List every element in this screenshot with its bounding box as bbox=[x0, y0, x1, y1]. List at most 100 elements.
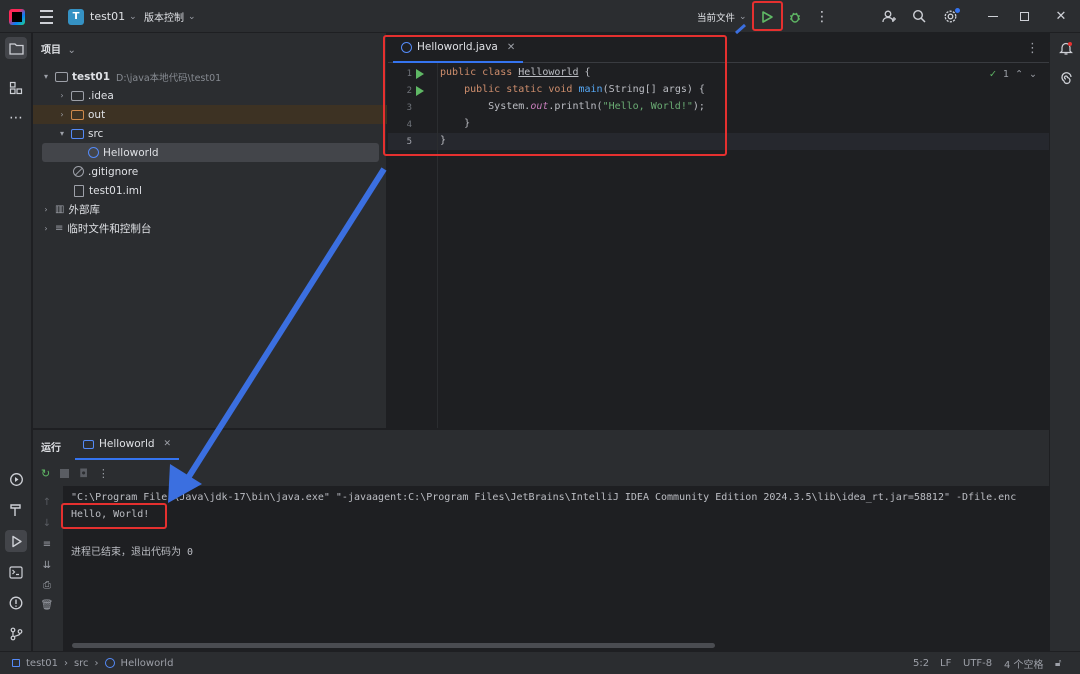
notification-dot bbox=[955, 7, 960, 13]
root-label: test01 bbox=[72, 70, 111, 83]
run-panel-title: 运行 bbox=[41, 443, 61, 454]
camera-icon[interactable]: ◘ bbox=[79, 467, 88, 480]
scroll-to-end-icon[interactable]: ⇊ bbox=[40, 558, 54, 572]
line-number: 2 bbox=[406, 86, 412, 96]
run-toolbar: ↻ ◘ ⋮ bbox=[41, 467, 109, 480]
tree-item-src[interactable]: ▾ src bbox=[33, 124, 387, 143]
gutter-run-icon[interactable] bbox=[416, 69, 424, 79]
tree-item-root[interactable]: ▾ test01 D:\java本地代码\test01 bbox=[33, 67, 387, 86]
gutter-run-icon[interactable] bbox=[416, 86, 424, 96]
services-icon bbox=[9, 472, 23, 486]
tree-item-gitignore[interactable]: .gitignore bbox=[33, 162, 387, 181]
code-line-2[interactable]: public static void main(String[] args) { bbox=[440, 84, 705, 95]
ai-assistant-button[interactable] bbox=[1055, 68, 1077, 90]
scratches-icon: ≡ bbox=[55, 223, 64, 234]
console-line-output: Hello, World! bbox=[71, 509, 150, 520]
stop-icon[interactable] bbox=[60, 469, 70, 478]
chevron-down-icon: ⌄ bbox=[188, 11, 196, 22]
code-with-me-button[interactable] bbox=[878, 0, 900, 33]
editor: Helloworld.java ✕ ⋮ 1 2 3 4 5 public cla… bbox=[388, 33, 1049, 428]
project-switcher[interactable]: T test01 ⌄ bbox=[68, 0, 137, 33]
check-icon: ✓ bbox=[989, 69, 998, 80]
app-logo[interactable] bbox=[9, 0, 25, 33]
tab-label: Helloworld.java bbox=[417, 41, 498, 53]
code-line-3[interactable]: System.out.println("Hello, World!"); bbox=[440, 101, 705, 112]
minimize-icon bbox=[982, 6, 1004, 28]
chevron-right-icon: › bbox=[63, 657, 68, 669]
horizontal-scrollbar[interactable] bbox=[72, 643, 715, 648]
vcs-menu[interactable]: 版本控制 ⌄ bbox=[144, 0, 196, 33]
build-tool-button[interactable] bbox=[5, 499, 27, 521]
code-keyword: public static void bbox=[440, 84, 579, 95]
search-button[interactable] bbox=[908, 0, 930, 33]
code-line-1[interactable]: public class Helloworld { bbox=[440, 67, 591, 78]
run-button[interactable] bbox=[756, 0, 778, 33]
more-actions-button[interactable]: ⋮ bbox=[811, 0, 833, 33]
run-tab-helloworld[interactable]: Helloworld ✕ bbox=[75, 430, 180, 460]
tab-helloworld-java[interactable]: Helloworld.java ✕ bbox=[393, 33, 524, 63]
minimize-button[interactable] bbox=[982, 0, 1004, 33]
caret-position[interactable]: 5:2 bbox=[913, 658, 929, 669]
project-panel: 项目 ⌄ ▾ test01 D:\java本地代码\test01 › .idea… bbox=[33, 33, 387, 428]
settings-button[interactable] bbox=[939, 0, 961, 33]
more-vertical-icon: ⋮ bbox=[815, 8, 829, 25]
code-line-5[interactable]: } bbox=[440, 135, 446, 146]
tree-item-iml[interactable]: test01.iml bbox=[33, 181, 387, 200]
breadcrumb-item[interactable]: Helloworld bbox=[121, 658, 174, 669]
console-output[interactable]: "C:\Program Files\Java\jdk-17\bin\java.e… bbox=[63, 486, 1049, 652]
notifications-button[interactable] bbox=[1055, 37, 1077, 59]
arrow-up-icon[interactable]: ↑ bbox=[40, 495, 54, 509]
tree-item-label: 临时文件和控制台 bbox=[67, 223, 152, 235]
run-config-selector[interactable]: 当前文件 ⌄ bbox=[697, 0, 747, 33]
hammer-icon bbox=[10, 504, 21, 516]
bug-icon bbox=[784, 6, 806, 28]
chevron-right-icon: › bbox=[94, 657, 99, 669]
code-line-4[interactable]: } bbox=[440, 118, 470, 129]
tab-options-button[interactable]: ⋮ bbox=[1026, 41, 1039, 56]
tree-item-scratches[interactable]: › ≡ 临时文件和控制台 bbox=[33, 219, 387, 238]
folder-icon bbox=[71, 90, 84, 101]
terminal-tool-button[interactable] bbox=[5, 561, 27, 583]
arrow-down-icon[interactable]: ↓ bbox=[40, 516, 54, 530]
tree-item-external-libs[interactable]: › ▥ 外部库 bbox=[33, 200, 387, 219]
tree-item-helloworld[interactable]: Helloworld bbox=[42, 143, 379, 162]
services-tool-button[interactable] bbox=[5, 468, 27, 490]
current-line-highlight bbox=[388, 133, 1049, 150]
indent-setting[interactable]: 4 个空格 bbox=[1004, 656, 1044, 671]
intellij-logo-icon bbox=[9, 8, 25, 25]
lock-icon[interactable]: 🔓︎ bbox=[1055, 658, 1061, 669]
breadcrumb-item[interactable]: src bbox=[74, 658, 89, 669]
main-menu-button[interactable] bbox=[40, 0, 53, 33]
more-tools-button[interactable]: ⋯ bbox=[5, 107, 27, 129]
file-encoding[interactable]: UTF-8 bbox=[963, 658, 992, 669]
close-window-button[interactable]: ✕ bbox=[1050, 0, 1072, 33]
soft-wrap-icon[interactable]: ≡ bbox=[40, 537, 54, 551]
maximize-icon bbox=[1013, 6, 1035, 28]
debug-button[interactable] bbox=[784, 0, 806, 33]
tree-item-label: 外部库 bbox=[68, 204, 100, 216]
line-separator[interactable]: LF bbox=[940, 658, 951, 669]
iml-file-icon bbox=[74, 184, 84, 197]
trash-icon[interactable]: 🗑 bbox=[40, 598, 54, 612]
module-folder-icon bbox=[55, 71, 68, 82]
breadcrumb-item[interactable]: test01 bbox=[26, 658, 58, 669]
folder-icon bbox=[8, 42, 24, 55]
inspections-widget[interactable]: ✓ 1 ⌃ ⌄ bbox=[989, 69, 1037, 80]
chevron-down-icon: ⌄ bbox=[739, 11, 747, 22]
maximize-button[interactable] bbox=[1013, 0, 1035, 33]
print-icon[interactable]: ⎙ bbox=[40, 578, 54, 592]
structure-tool-button[interactable] bbox=[5, 77, 27, 99]
project-panel-header[interactable]: 项目 ⌄ bbox=[41, 41, 76, 56]
git-tool-button[interactable] bbox=[5, 623, 27, 645]
rerun-icon[interactable]: ↻ bbox=[41, 467, 50, 480]
problems-tool-button[interactable] bbox=[5, 592, 27, 614]
code-method-name: main bbox=[578, 84, 603, 95]
close-tab-icon[interactable]: ✕ bbox=[164, 439, 172, 449]
run-tool-button[interactable] bbox=[5, 530, 27, 552]
tree-item-idea[interactable]: › .idea bbox=[33, 86, 387, 105]
project-tool-button[interactable] bbox=[5, 37, 27, 59]
run-config-label: 当前文件 bbox=[697, 12, 736, 24]
close-tab-icon[interactable]: ✕ bbox=[507, 42, 515, 53]
tree-item-out[interactable]: › out bbox=[33, 105, 387, 124]
more-vertical-icon[interactable]: ⋮ bbox=[98, 467, 109, 480]
